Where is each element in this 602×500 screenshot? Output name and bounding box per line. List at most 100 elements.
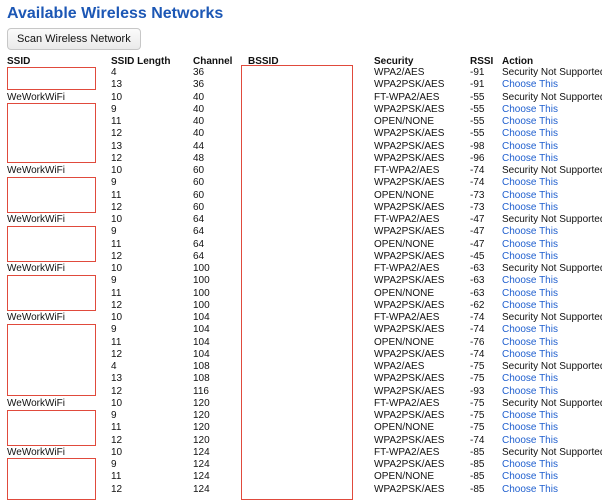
choose-this-link[interactable]: Choose This <box>502 141 558 153</box>
security-cell: OPEN/NONE <box>374 471 435 483</box>
ssid-cell: WeWorkWiFi <box>7 91 65 103</box>
choose-this-link[interactable]: Choose This <box>502 422 558 434</box>
ssid-cell: WeWorkWiFi <box>7 214 65 225</box>
choose-this-link[interactable]: Choose This <box>502 153 558 165</box>
channel-cell: 64 <box>193 226 205 238</box>
redaction-box <box>7 458 96 500</box>
security-cell: FT-WPA2/AES <box>374 91 440 103</box>
security-cell: FT-WPA2/AES <box>374 165 440 176</box>
rssi-cell: -74 <box>470 324 485 336</box>
action-cell: Security Not Supported <box>502 397 602 409</box>
choose-this-link[interactable]: Choose This <box>502 410 558 422</box>
channel-cell: 36 <box>193 67 205 78</box>
channel-cell: 40 <box>193 91 205 103</box>
channel-cell: 60 <box>193 177 205 189</box>
rssi-cell: -75 <box>470 410 485 421</box>
redaction-box <box>7 103 96 163</box>
column-header-ssid-length: SSID Length <box>111 56 171 67</box>
ssid-length-cell: 13 <box>111 373 123 385</box>
rssi-cell: -85 <box>470 471 485 483</box>
choose-this-link[interactable]: Choose This <box>502 484 558 496</box>
rssi-cell: -74 <box>470 434 485 446</box>
choose-this-link[interactable]: Choose This <box>502 79 558 91</box>
rssi-cell: -85 <box>470 446 485 458</box>
choose-this-link[interactable]: Choose This <box>502 324 558 336</box>
channel-cell: 104 <box>193 348 210 360</box>
channel-cell: 104 <box>193 336 210 348</box>
ssid-length-cell: 11 <box>111 189 122 201</box>
page-title: Available Wireless Networks <box>7 5 224 22</box>
ssid-cell: WeWorkWiFi <box>7 446 65 458</box>
ssid-length-cell: 11 <box>111 471 122 483</box>
ssid-length-cell: 10 <box>111 165 123 176</box>
rssi-cell: -91 <box>470 79 485 91</box>
rssi-cell: -45 <box>470 250 485 262</box>
security-cell: OPEN/NONE <box>374 287 435 299</box>
ssid-length-cell: 4 <box>111 67 117 78</box>
channel-cell: 60 <box>193 201 205 213</box>
choose-this-link[interactable]: Choose This <box>502 337 558 349</box>
rssi-cell: -85 <box>470 483 485 495</box>
choose-this-link[interactable]: Choose This <box>502 202 558 214</box>
ssid-length-cell: 11 <box>111 238 122 250</box>
rssi-cell: -55 <box>470 128 485 140</box>
choose-this-link[interactable]: Choose This <box>502 239 558 251</box>
channel-cell: 104 <box>193 324 210 336</box>
scan-wireless-network-button[interactable]: Scan Wireless Network <box>7 28 141 50</box>
choose-this-link[interactable]: Choose This <box>502 226 558 238</box>
choose-this-link[interactable]: Choose This <box>502 459 558 471</box>
security-cell: WPA2PSK/AES <box>374 373 445 385</box>
ssid-length-cell: 9 <box>111 410 117 421</box>
choose-this-link[interactable]: Choose This <box>502 275 558 287</box>
rssi-cell: -55 <box>470 103 485 115</box>
channel-cell: 124 <box>193 459 210 470</box>
channel-cell: 120 <box>193 410 210 421</box>
rssi-cell: -93 <box>470 385 485 397</box>
security-cell: WPA2PSK/AES <box>374 79 445 91</box>
security-cell: FT-WPA2/AES <box>374 263 440 274</box>
security-cell: WPA2PSK/AES <box>374 152 445 164</box>
ssid-length-cell: 4 <box>111 361 117 372</box>
choose-this-link[interactable]: Choose This <box>502 435 558 447</box>
channel-cell: 124 <box>193 471 210 483</box>
ssid-length-cell: 12 <box>111 128 123 140</box>
rssi-cell: -47 <box>470 214 485 225</box>
choose-this-link[interactable]: Choose This <box>502 373 558 385</box>
choose-this-link[interactable]: Choose This <box>502 190 558 202</box>
rssi-cell: -74 <box>470 165 485 176</box>
channel-cell: 48 <box>193 152 205 164</box>
channel-cell: 40 <box>193 103 205 115</box>
security-cell: WPA2PSK/AES <box>374 275 445 287</box>
channel-cell: 64 <box>193 238 205 250</box>
redaction-box <box>7 177 96 213</box>
ssid-length-cell: 9 <box>111 226 117 238</box>
channel-cell: 116 <box>193 385 209 397</box>
security-cell: WPA2PSK/AES <box>374 128 445 140</box>
security-cell: WPA2PSK/AES <box>374 140 445 152</box>
security-cell: OPEN/NONE <box>374 189 435 201</box>
ssid-length-cell: 12 <box>111 385 123 397</box>
ssid-length-cell: 13 <box>111 79 123 91</box>
choose-this-link[interactable]: Choose This <box>502 471 558 483</box>
channel-cell: 36 <box>193 79 205 91</box>
rssi-cell: -74 <box>470 177 485 189</box>
ssid-length-cell: 11 <box>111 116 122 127</box>
choose-this-link[interactable]: Choose This <box>502 177 558 189</box>
rssi-cell: -75 <box>470 397 485 409</box>
choose-this-link[interactable]: Choose This <box>502 251 558 263</box>
rssi-cell: -62 <box>470 299 485 311</box>
choose-this-link[interactable]: Choose This <box>502 116 558 128</box>
action-cell: Security Not Supported <box>502 91 602 103</box>
choose-this-link[interactable]: Choose This <box>502 349 558 361</box>
security-cell: WPA2PSK/AES <box>374 459 445 470</box>
choose-this-link[interactable]: Choose This <box>502 300 558 312</box>
channel-cell: 40 <box>193 116 205 127</box>
choose-this-link[interactable]: Choose This <box>502 104 558 116</box>
ssid-length-cell: 10 <box>111 446 123 458</box>
action-cell: Security Not Supported <box>502 214 602 225</box>
choose-this-link[interactable]: Choose This <box>502 288 558 300</box>
choose-this-link[interactable]: Choose This <box>502 386 558 398</box>
redaction-box <box>7 275 96 311</box>
choose-this-link[interactable]: Choose This <box>502 128 558 140</box>
action-cell: Security Not Supported <box>502 446 602 458</box>
